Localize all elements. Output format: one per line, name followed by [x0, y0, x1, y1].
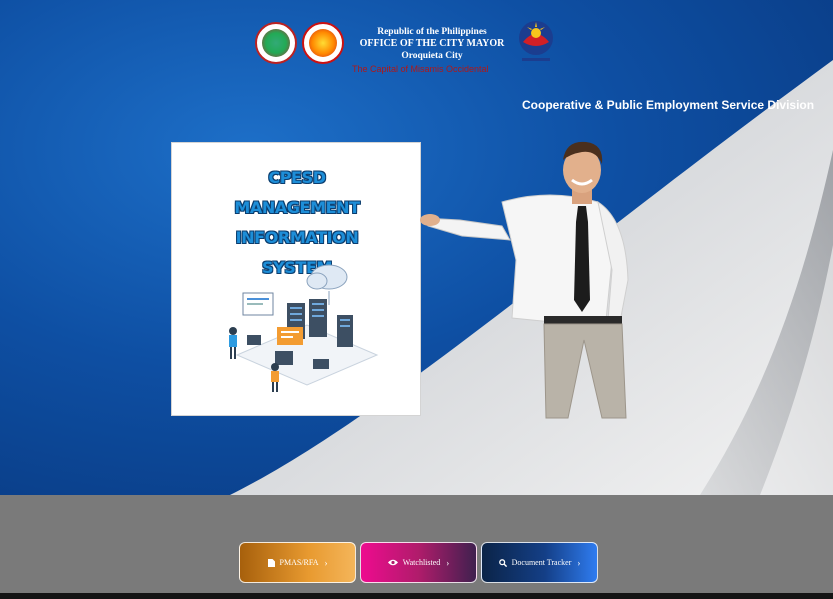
card-title-line-2: MANAGEMENT INFORMATION [234, 198, 360, 247]
data-center-illustration [229, 264, 379, 392]
government-title: Republic of the Philippines OFFICE OF TH… [348, 26, 516, 62]
city-label: Oroquieta City [401, 51, 463, 61]
mis-info-card: CPESD MANAGEMENT INFORMATION SYSTEM [171, 142, 421, 416]
bagong-pilipinas-logo [519, 21, 553, 61]
chevron-right-icon: › [324, 557, 328, 568]
watchlisted-button[interactable]: Watchlisted › [360, 542, 477, 583]
document-tracker-button[interactable]: Document Tracker › [481, 542, 598, 583]
chevron-right-icon: › [577, 557, 581, 568]
card-title-line-1: CPESD [268, 168, 326, 187]
document-icon [267, 558, 275, 567]
chevron-right-icon: › [446, 557, 450, 568]
government-header: Republic of the Philippines OFFICE OF TH… [250, 18, 814, 112]
republic-label: Republic of the Philippines [377, 27, 487, 37]
peso-seal-icon [302, 22, 344, 64]
division-title: Cooperative & Public Employment Service … [522, 98, 815, 112]
search-icon [498, 558, 507, 567]
city-seal-icon [255, 22, 297, 64]
office-label: OFFICE OF THE CITY MAYOR [359, 38, 505, 49]
eye-icon [387, 559, 398, 566]
pmas-rfa-button[interactable]: PMAS/RFA › [239, 542, 356, 583]
tagline: The Capital of Misamis Occidental [352, 64, 489, 74]
bottom-edge [0, 593, 833, 599]
pmas-rfa-label: PMAS/RFA [279, 558, 319, 567]
document-tracker-label: Document Tracker [511, 558, 572, 567]
watchlisted-label: Watchlisted [402, 558, 441, 567]
presenter-figure [420, 141, 629, 419]
